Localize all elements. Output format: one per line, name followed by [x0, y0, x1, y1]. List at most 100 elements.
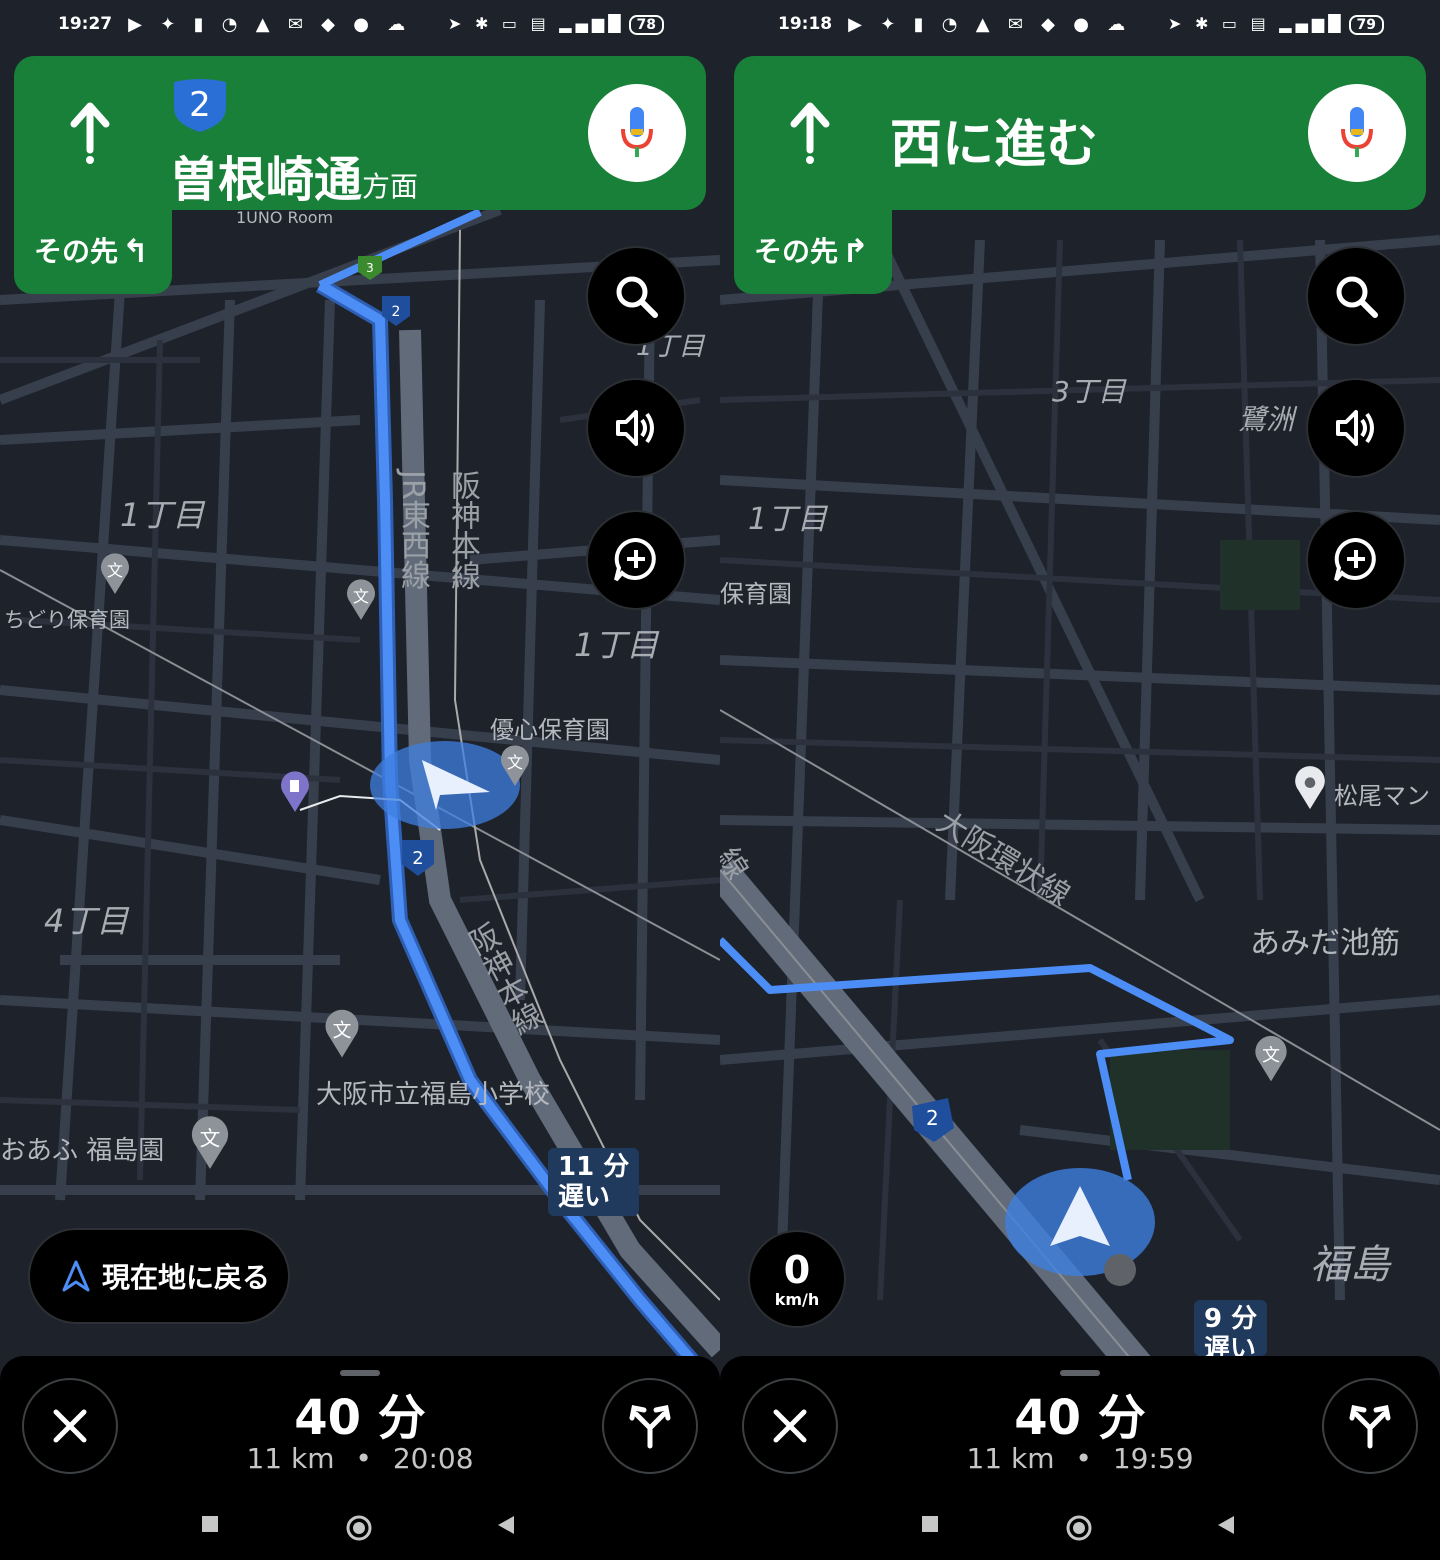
delay-badge[interactable]: 11 分 遅い [548, 1148, 640, 1216]
turn-right-icon: ↱ [842, 232, 869, 270]
trip-summary-sheet[interactable]: 40 分 11 km • 19:59 [720, 1356, 1440, 1560]
district-label: 1丁目 [748, 502, 828, 537]
then-label: その先 [754, 235, 839, 268]
svg-text:文: 文 [1262, 1045, 1280, 1066]
mic-icon [1341, 107, 1373, 157]
trip-summary-sheet[interactable]: 40 分 11 km • 20:08 [0, 1356, 720, 1560]
then-instruction-card[interactable]: その先 ↰ [14, 190, 172, 294]
right-screen: 3丁目 1丁目 鷺洲 保育園 松尾マン 大阪環状線 あみだ池筋 福島 線 2 文… [720, 0, 1440, 1560]
then-instruction-card[interactable]: その先 ↱ [734, 190, 892, 294]
sheet-handle[interactable] [1060, 1370, 1100, 1376]
navigation-instruction-card[interactable]: 2 曽根崎通方面 [14, 56, 706, 210]
add-report-icon [614, 537, 656, 582]
street-name-text: 曽根崎通 [170, 152, 363, 208]
battery-icon: 79 [1348, 15, 1384, 35]
straight-arrow-icon [68, 102, 112, 177]
delay-time: 11 分 [558, 1152, 630, 1182]
place-pin-icon[interactable] [1292, 762, 1328, 814]
poi-label[interactable]: 保育園 [720, 574, 792, 609]
route-number: 2 [189, 85, 211, 125]
eta-distance: 11 km [966, 1442, 1055, 1475]
add-report-icon [1334, 537, 1376, 582]
svg-text:3: 3 [366, 261, 374, 275]
status-time: 19:18 [778, 14, 833, 34]
school-pin-icon[interactable]: 文 [1252, 1034, 1290, 1084]
speedometer: 0 km/h [748, 1230, 846, 1328]
circle-icon[interactable] [1065, 1514, 1093, 1542]
search-button[interactable] [586, 246, 686, 346]
delay-time: 9 分 [1204, 1304, 1258, 1334]
sheet-handle[interactable] [340, 1370, 380, 1376]
poi-label[interactable]: 松尾マン [1334, 776, 1430, 811]
system-icons: ➤ ✱ ▭ ▤ ▂▄▆█ 78 [448, 14, 664, 35]
school-pin-icon[interactable]: 文 [98, 552, 132, 596]
search-button[interactable] [1306, 246, 1406, 346]
street-label: あみだ池筋 [1250, 926, 1400, 961]
delay-text: 遅い [558, 1182, 611, 1212]
eta-arrival: 19:59 [1112, 1442, 1194, 1475]
search-icon [616, 276, 658, 318]
route-number: 2 [926, 1106, 939, 1130]
building-label: 1UNO Room [236, 208, 334, 227]
area-label: 福島 [1310, 1242, 1390, 1288]
school-pin-icon[interactable]: 文 [322, 1008, 362, 1060]
poi-label[interactable]: おあふ 福島園 [0, 1130, 164, 1167]
speed-unit: km/h [774, 1289, 820, 1309]
svg-text:文: 文 [107, 561, 123, 580]
delay-text: 遅い [1204, 1334, 1257, 1356]
recenter-icon [62, 1260, 90, 1292]
svg-text:2: 2 [412, 848, 423, 869]
route-shield-icon: 2 [174, 79, 226, 132]
add-report-button[interactable] [1306, 510, 1406, 610]
svg-text:文: 文 [333, 1019, 352, 1041]
school-pin-icon[interactable]: 文 [188, 1114, 232, 1172]
status-time: 19:27 [58, 14, 113, 34]
turn-left-icon: ↰ [122, 232, 149, 270]
speed-value: 0 [783, 1247, 811, 1292]
school-pin-icon[interactable]: 文 [498, 744, 532, 788]
poi-label[interactable]: 大阪市立福島小学校 [316, 1074, 550, 1111]
voice-search-button[interactable] [588, 84, 686, 182]
status-bar: 19:27 ▶ ✦ ▮ ◔ ▲ ✉ ◆ ● ☁ ➤ ✱ ▭ ▤ ▂▄▆█ 78 [0, 0, 720, 48]
sound-button[interactable] [586, 378, 686, 478]
square-icon[interactable] [200, 1514, 220, 1534]
system-navigation-bar [720, 1506, 1440, 1546]
area-label: 鷺洲 [1238, 403, 1295, 436]
poi-label[interactable]: 優心保育園 [490, 710, 610, 745]
then-label: その先 [34, 235, 119, 268]
alternate-routes-button[interactable] [1322, 1378, 1418, 1474]
alternate-routes-button[interactable] [602, 1378, 698, 1474]
battery-icon: 78 [628, 15, 664, 35]
school-pin-icon[interactable]: 文 [344, 578, 378, 622]
search-icon [1336, 276, 1378, 318]
status-bar: 19:18 ▶ ✦ ▮ ◔ ▲ ✉ ◆ ● ☁ ➤ ✱ ▭ ▤ ▂▄▆█ 79 [720, 0, 1440, 48]
rail-label: 阪神本線 [445, 470, 480, 590]
svg-text:2: 2 [392, 304, 401, 320]
gas-station-pin-icon[interactable] [278, 770, 312, 814]
rail-label: JR東西線 [395, 470, 430, 590]
district-label: 4丁目 [44, 902, 129, 940]
notification-icons: ▶ ✦ ▮ ◔ ▲ ✉ ◆ ● ☁ [848, 13, 1132, 35]
straight-arrow-icon [788, 102, 832, 177]
circle-icon[interactable] [345, 1514, 373, 1542]
voice-search-button[interactable] [1308, 84, 1406, 182]
alternate-routes-icon [1349, 1405, 1391, 1449]
district-label: 1丁目 [120, 496, 205, 534]
navigation-instruction-card[interactable]: 西に進む [734, 56, 1426, 210]
mic-icon [621, 107, 653, 157]
poi-label[interactable]: ちどり保育園 [4, 604, 130, 634]
volume-icon [1336, 410, 1374, 446]
svg-text:文: 文 [353, 587, 369, 606]
direction-text: 西に進む [890, 115, 1099, 175]
eta-arrival: 20:08 [392, 1442, 474, 1475]
delay-badge[interactable]: 9 分 遅い [1194, 1300, 1268, 1356]
add-report-button[interactable] [586, 510, 686, 610]
svg-text:文: 文 [507, 753, 523, 772]
square-icon[interactable] [920, 1514, 940, 1534]
eta-separator: • [355, 1442, 372, 1475]
back-icon[interactable] [1216, 1514, 1236, 1536]
district-label: 3丁目 [1052, 375, 1126, 408]
back-icon[interactable] [496, 1514, 516, 1536]
recenter-button[interactable]: 現在地に戻る [28, 1228, 290, 1324]
sound-button[interactable] [1306, 378, 1406, 478]
